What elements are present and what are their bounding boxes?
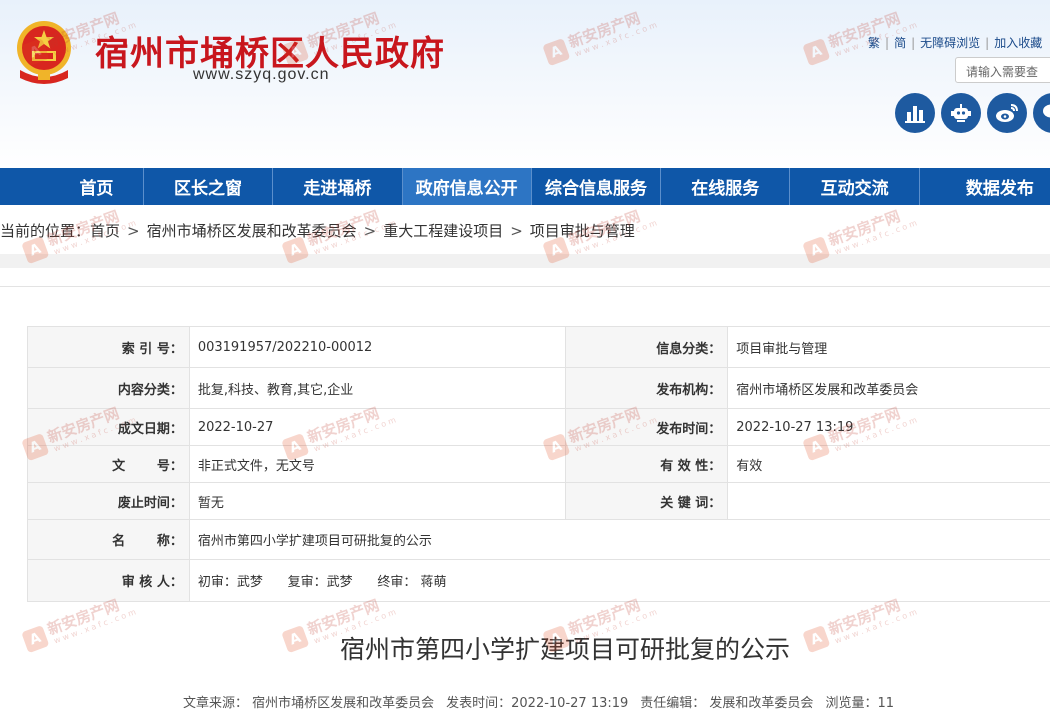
breadcrumb-separator: > xyxy=(510,222,523,240)
keywords-value xyxy=(727,482,1050,520)
nav-item-interaction[interactable]: 互动交流 xyxy=(790,168,920,205)
breadcrumb-current[interactable]: 项目审批与管理 xyxy=(530,222,635,240)
nav-item-label: 综合信息服务 xyxy=(544,179,647,199)
article-editor: 责任编辑： 发展和改革委员会 xyxy=(640,696,814,711)
table-row: 名 称： 宿州市第四小学扩建项目可研批复的公示 xyxy=(27,519,1050,560)
index-no-value: 003191957/202210-00012 xyxy=(188,326,567,368)
publish-time-label: 发布时间： xyxy=(565,408,729,446)
breadcrumb-home[interactable]: 首页 xyxy=(90,222,120,240)
section-divider xyxy=(0,254,1050,268)
table-row: 审 核 人： 初审：武梦 复审：武梦 终审： 蒋萌 xyxy=(27,559,1050,602)
content-type-value: 批复,科技、教育,其它,企业 xyxy=(188,367,567,409)
table-row: 索 引 号： 003191957/202210-00012 信息分类： 项目审批… xyxy=(27,326,1050,368)
nav-item-online-services[interactable]: 在线服务 xyxy=(661,168,791,205)
nav-item-label: 在线服务 xyxy=(691,179,760,199)
info-table: 索 引 号： 003191957/202210-00012 信息分类： 项目审批… xyxy=(27,326,1050,602)
content-type-label: 内容分类： xyxy=(27,367,190,409)
nav-item-label: 首页 xyxy=(79,179,114,199)
created-date-value: 2022-10-27 xyxy=(188,408,567,446)
article-time: 发表时间：2022-10-27 13:19 xyxy=(446,696,629,711)
breadcrumb-projects[interactable]: 重大工程建设项目 xyxy=(383,222,503,240)
robot-icon[interactable] xyxy=(941,93,981,133)
nav-item-label: 互动交流 xyxy=(820,179,889,199)
article-source: 文章来源： 宿州市埇桥区发展和改革委员会 xyxy=(183,696,435,711)
divider-line xyxy=(0,286,1050,287)
table-row: 成文日期： 2022-10-27 发布时间： 2022-10-27 13:19 xyxy=(27,408,1050,446)
article-views: 浏览量：11 xyxy=(825,696,894,711)
publisher-label: 发布机构： xyxy=(565,367,729,409)
divider: | xyxy=(985,36,990,50)
article-meta: 文章来源： 宿州市埇桥区发展和改革委员会 发表时间：2022-10-27 13:1… xyxy=(183,692,894,711)
breadcrumb-separator: > xyxy=(363,222,377,240)
table-row: 废止时间： 暂无 关 键 词： xyxy=(27,482,1050,520)
breadcrumb-dept[interactable]: 宿州市埇桥区发展和改革委员会 xyxy=(147,222,357,240)
breadcrumb-prefix: 当前的位置： xyxy=(0,222,91,240)
name-value: 宿州市第四小学扩建项目可研批复的公示 xyxy=(188,519,1050,560)
add-favorite-link[interactable]: 加入收藏 xyxy=(994,36,1042,50)
breadcrumb: 当前的位置：首页 > 宿州市埇桥区发展和改革委员会 > 重大工程建设项目 > 项目审批与管理 xyxy=(0,220,635,241)
nav-item-label: 数据发布 xyxy=(965,179,1034,199)
traditional-chinese-link[interactable]: 繁 xyxy=(868,36,880,50)
keywords-label: 关 键 词： xyxy=(565,482,729,520)
created-date-label: 成文日期： xyxy=(27,408,190,446)
table-row: 内容分类： 批复,科技、教育,其它,企业 发布机构： 宿州市埇桥区发展和改革委员… xyxy=(27,367,1050,409)
category-value: 项目审批与管理 xyxy=(727,326,1050,368)
main-nav: 首页 区长之窗 走进埇桥 政府信息公开 综合信息服务 在线服务 互动交流 数据发… xyxy=(0,168,1050,205)
validity-label: 有 效 性： xyxy=(565,445,729,483)
nav-item-label: 区长之窗 xyxy=(174,179,243,199)
abolish-time-value: 暂无 xyxy=(188,482,567,520)
doc-no-label: 文 号： xyxy=(27,445,190,483)
site-header: 宿州市埇桥区人民政府 www.szyq.gov.cn 繁 | 简 | 无障碍浏览 | 加入收… xyxy=(0,0,1050,168)
nav-item-label: 走进埇桥 xyxy=(303,179,372,199)
site-domain: www.szyq.gov.cn xyxy=(193,66,330,83)
article-title: 宿州市第四小学扩建项目可研批复的公示 xyxy=(339,635,790,664)
doc-no-value: 非正式文件，无文号 xyxy=(188,445,567,483)
nav-item-data-release[interactable]: 数据发布 xyxy=(920,168,1050,205)
nav-item-home[interactable]: 首页 xyxy=(0,168,144,205)
accessibility-link[interactable]: 无障碍浏览 xyxy=(920,36,980,50)
abolish-time-label: 废止时间： xyxy=(27,482,190,520)
watermark-text: 新安房产网 xyxy=(825,207,903,250)
top-links: 繁 | 简 | 无障碍浏览 | 加入收藏 xyxy=(868,34,1042,51)
nav-item-gov-info-disclosure[interactable]: 政府信息公开 xyxy=(402,168,532,205)
divider: | xyxy=(885,36,890,50)
national-emblem-icon xyxy=(17,21,71,84)
simplified-chinese-link[interactable]: 简 xyxy=(894,36,906,50)
table-row: 文 号： 非正式文件，无文号 有 效 性： 有效 xyxy=(27,445,1050,483)
nav-item-info-services[interactable]: 综合信息服务 xyxy=(532,168,662,205)
nav-item-mayor-window[interactable]: 区长之窗 xyxy=(144,168,274,205)
divider: | xyxy=(911,36,916,50)
publisher-value: 宿州市埇桥区发展和改革委员会 xyxy=(727,367,1050,409)
watermark-sub: w w w . x a f c . c o m xyxy=(833,218,919,257)
search-input[interactable]: 请输入需要查 xyxy=(955,57,1050,83)
nav-item-about-yongqiao[interactable]: 走进埇桥 xyxy=(273,168,403,205)
validity-value: 有效 xyxy=(727,445,1050,483)
nav-item-label: 政府信息公开 xyxy=(415,179,518,199)
publish-time-value: 2022-10-27 13:19 xyxy=(727,408,1050,446)
category-label: 信息分类： xyxy=(565,326,729,368)
breadcrumb-separator: > xyxy=(127,222,140,240)
reviewer-label: 审 核 人： xyxy=(27,559,190,602)
weibo-icon[interactable] xyxy=(987,93,1027,133)
page: 宿州市埇桥区人民政府 www.szyq.gov.cn 繁 | 简 | 无障碍浏览 | 加入收… xyxy=(0,0,1050,717)
index-no-label: 索 引 号： xyxy=(27,326,190,368)
name-label: 名 称： xyxy=(27,519,190,560)
chart-icon[interactable] xyxy=(895,93,935,133)
reviewer-value: 初审：武梦 复审：武梦 终审： 蒋萌 xyxy=(188,559,1050,602)
wechat-icon[interactable] xyxy=(1033,93,1050,133)
